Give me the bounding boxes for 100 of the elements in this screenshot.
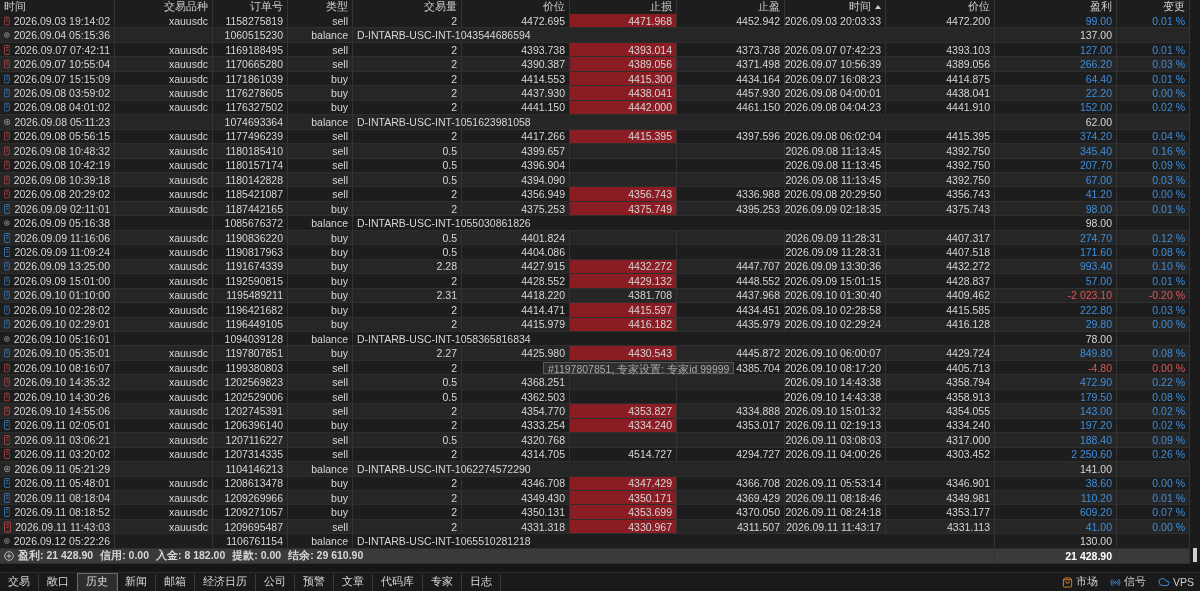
summary-text: 盈利: 21 428.90	[18, 548, 94, 563]
table-cell: 1185421087	[213, 187, 288, 202]
table-cell: 1170665280	[213, 57, 288, 72]
table-cell: 472.90	[995, 375, 1117, 390]
table-cell: 2	[353, 404, 462, 419]
plus-circle-icon	[4, 116, 11, 127]
table-cell: 2026.09.08 11:13:45	[785, 144, 886, 159]
status-label[interactable]: 市场	[1076, 575, 1098, 589]
time-text: 2026.09.12 05:22:26	[13, 535, 110, 548]
time-text: 2026.09.11 02:05:01	[14, 419, 110, 432]
table-cell: 1202745391	[213, 404, 288, 419]
table-cell: xauusdc	[115, 505, 213, 520]
tab[interactable]: 代码库	[373, 573, 423, 591]
table-cell: 171.60	[995, 245, 1117, 260]
status-label[interactable]: VPS	[1173, 576, 1194, 588]
table-cell: 4404.086	[462, 245, 570, 260]
status-label[interactable]: 信号	[1124, 575, 1146, 589]
table-cell: 1190817963	[213, 245, 288, 260]
table-cell: sell	[288, 187, 353, 202]
summary-text: 结余: 29 610.90	[288, 548, 364, 563]
tab[interactable]: 新闻	[117, 573, 156, 591]
time-text: 2026.09.08 05:56:15	[13, 130, 110, 143]
time-text: 2026.09.11 05:48:01	[14, 477, 110, 490]
table-cell: 1085676372	[213, 216, 288, 231]
tab[interactable]: 经济日历	[195, 573, 256, 591]
table-cell: xauusdc	[115, 433, 213, 448]
time-text: 2026.09.10 14:30:26	[13, 390, 110, 403]
table-cell: buy	[288, 317, 353, 332]
table-cell: buy	[288, 505, 353, 520]
table-cell: 4428.837	[886, 274, 995, 289]
table-cell: sell	[288, 158, 353, 173]
table-cell: 2026.09.10 02:28:58	[785, 303, 886, 318]
summary-text: 信用: 0.00	[100, 548, 149, 563]
tab[interactable]: 预警	[295, 573, 334, 591]
table-cell: 143.00	[995, 404, 1117, 419]
table-cell: 4438.041	[570, 86, 677, 101]
time-text: 2026.09.10 01:10:00	[13, 289, 110, 302]
table-cell: 1106761154	[213, 534, 288, 549]
table-cell: 4389.056	[886, 57, 995, 72]
table-cell: 0.5	[353, 375, 462, 390]
table-cell: xauusdc	[115, 404, 213, 419]
tab[interactable]: 公司	[256, 573, 295, 591]
table-cell: 1176278605	[213, 86, 288, 101]
scrollbar[interactable]	[1190, 0, 1200, 564]
table-cell: buy	[288, 476, 353, 491]
tooltip: #1197807851, 专家设置: 专家id 99999	[543, 362, 735, 374]
table-cell: 2	[353, 476, 462, 491]
table-cell: 1207116227	[213, 433, 288, 448]
table-cell: 1180157174	[213, 158, 288, 173]
table-cell: 4370.050	[677, 505, 785, 520]
table-cell: 2	[353, 274, 462, 289]
table-cell: balance	[288, 462, 353, 477]
time-text: 2026.09.11 11:43:03	[15, 520, 110, 533]
time-text: 2026.09.07 15:15:09	[13, 72, 110, 85]
table-cell: 0.5	[353, 144, 462, 159]
tab[interactable]: 专家	[423, 573, 462, 591]
tab[interactable]: 历史	[78, 573, 117, 591]
table-cell: 4346.901	[886, 476, 995, 491]
sort-arrow-icon	[875, 5, 881, 9]
tab[interactable]: 文章	[334, 573, 373, 591]
table-cell: 4429.724	[886, 346, 995, 361]
table-cell: 1197807851	[213, 346, 288, 361]
table-cell: balance	[288, 28, 353, 43]
table-cell: D-INTARB-USC-INT-1062274572290	[353, 462, 995, 477]
time-text: 2026.09.08 04:01:02	[13, 101, 110, 114]
table-cell: 1060515230	[213, 28, 288, 43]
table-cell: 849.80	[995, 346, 1117, 361]
signal-icon	[1110, 576, 1121, 588]
table-cell: 2026.09.11 08:24:18	[785, 505, 886, 520]
table-cell: buy	[288, 274, 353, 289]
order-icon	[4, 448, 11, 461]
table-cell: 4435.979	[677, 317, 785, 332]
time-text: 2026.09.09 02:11:01	[14, 202, 110, 215]
table-cell: 4346.708	[462, 476, 570, 491]
tab[interactable]: 日志	[462, 573, 501, 591]
table-cell: 1074693364	[213, 115, 288, 130]
table-cell: 4354.055	[886, 404, 995, 419]
table-cell: 4336.988	[677, 187, 785, 202]
table-cell: 4334.888	[677, 404, 785, 419]
table-cell: D-INTARB-USC-INT-1055030861826	[353, 216, 995, 231]
table-cell: D-INTARB-USC-INT-1043544686594	[353, 28, 995, 43]
bag-icon	[1062, 576, 1073, 588]
time-text: 2026.09.07 10:55:04	[13, 58, 110, 71]
table-cell: 1209271057	[213, 505, 288, 520]
plus-circle-icon	[4, 218, 10, 229]
time-text: 2026.09.10 05:16:01	[13, 332, 110, 345]
time-text: 2026.09.09 11:09:24	[14, 245, 110, 258]
table-cell: sell	[288, 433, 353, 448]
table-cell: 4368.251	[462, 375, 570, 390]
tab[interactable]: 交易	[0, 573, 39, 591]
table-cell: 0.5	[353, 245, 462, 260]
table-cell: 2026.09.08 20:29:50	[785, 187, 886, 202]
table-cell: xauusdc	[115, 274, 213, 289]
table-cell: 2026.09.10 15:01:32	[785, 404, 886, 419]
table-cell: buy	[288, 346, 353, 361]
time-text: 2026.09.04 05:15:36	[13, 29, 110, 42]
tab[interactable]: 邮箱	[156, 573, 195, 591]
table-cell: xauusdc	[115, 346, 213, 361]
table-cell: 207.70	[995, 158, 1117, 173]
time-text: 2026.09.10 14:35:32	[13, 376, 110, 389]
